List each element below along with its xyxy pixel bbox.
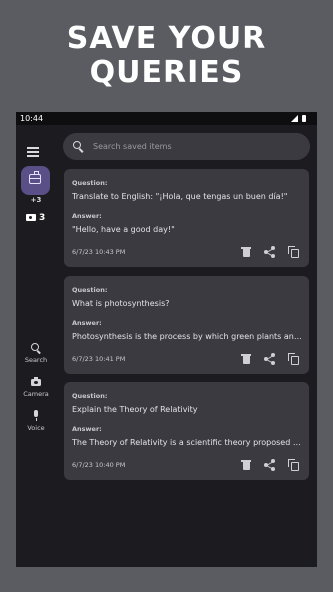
mic-icon (30, 410, 42, 422)
question-label: Question: (72, 179, 108, 187)
promo-headline-line2: QUERIES (89, 55, 244, 90)
menu-icon[interactable] (27, 145, 41, 157)
share-icon[interactable] (264, 246, 276, 258)
question-text: What is photosynthesis? (72, 299, 170, 308)
answer-label: Answer: (72, 319, 102, 327)
signal-icon (291, 115, 298, 122)
answer-label: Answer: (72, 212, 102, 220)
nav-camera[interactable]: Camera (16, 376, 56, 398)
search-icon (30, 342, 42, 354)
question-text: Translate to English: "¡Hola, que tengas… (72, 192, 288, 201)
navigation-rail: +3 3 Search Camera Voice (16, 125, 56, 567)
delete-icon[interactable] (240, 459, 252, 471)
nav-voice-label: Voice (27, 424, 45, 432)
battery-icon (302, 115, 306, 122)
saved-item-card[interactable]: Question: Translate to English: "¡Hola, … (64, 169, 309, 267)
share-icon[interactable] (264, 459, 276, 471)
nav-search-label: Search (24, 356, 48, 364)
copy-icon[interactable] (288, 459, 300, 471)
copy-icon[interactable] (288, 353, 300, 365)
timestamp: 6/7/23 10:40 PM (72, 461, 126, 469)
delete-icon[interactable] (240, 353, 252, 365)
plus-badge: +3 (30, 196, 42, 204)
question-text: Explain the Theory of Relativity (72, 405, 198, 414)
search-bar (63, 133, 310, 160)
saved-item-card[interactable]: Question: What is photosynthesis? Answer… (64, 276, 309, 374)
saved-item-card[interactable]: Question: Explain the Theory of Relativi… (64, 382, 309, 480)
status-bar: 10:44 (16, 112, 317, 125)
search-input[interactable] (93, 133, 293, 160)
copy-icon[interactable] (288, 246, 300, 258)
status-time: 10:44 (20, 114, 44, 123)
nav-camera-label: Camera (23, 390, 49, 398)
answer-text: The Theory of Relativity is a scientific… (72, 438, 304, 447)
ticket-count: 3 (39, 213, 46, 223)
question-label: Question: (72, 392, 108, 400)
answer-text: Photosynthesis is the process by which g… (72, 332, 304, 341)
promo-headline-line1: SAVE YOUR (66, 21, 267, 56)
question-label: Question: (72, 286, 108, 294)
phone-screen: 10:44 +3 3 Search Camera Voice Quest (16, 112, 317, 567)
delete-icon[interactable] (240, 246, 252, 258)
nav-voice[interactable]: Voice (16, 410, 56, 432)
ticket-icon (26, 214, 36, 221)
saved-items-nav-button[interactable] (21, 166, 50, 195)
share-icon[interactable] (264, 353, 276, 365)
timestamp: 6/7/23 10:41 PM (72, 355, 126, 363)
nav-search[interactable]: Search (16, 342, 56, 364)
camera-icon (30, 376, 42, 388)
answer-label: Answer: (72, 425, 102, 433)
answer-text: "Hello, have a good day!" (72, 225, 175, 234)
treasure-chest-icon (29, 171, 41, 184)
timestamp: 6/7/23 10:43 PM (72, 248, 126, 256)
search-icon (73, 141, 85, 153)
